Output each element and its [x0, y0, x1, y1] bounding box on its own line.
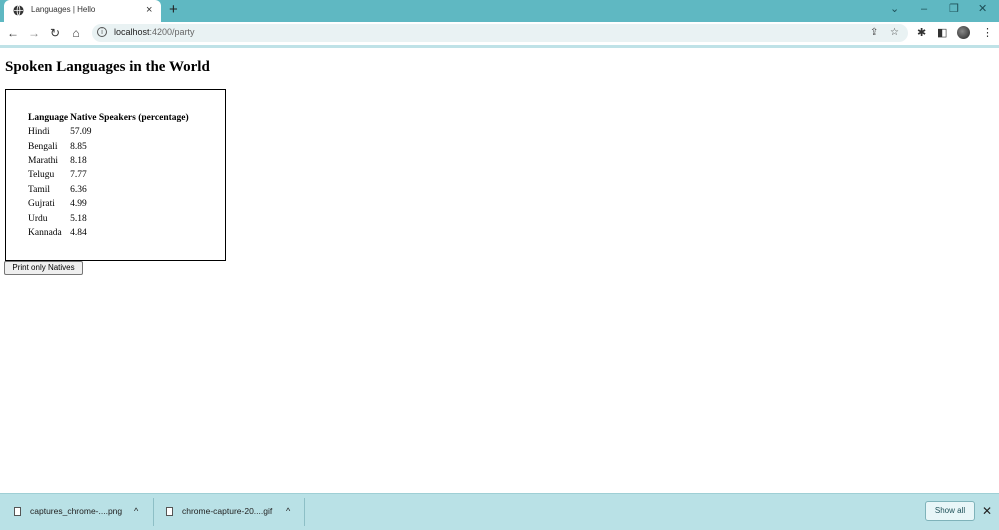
- url-host: localhost: [114, 27, 150, 37]
- language-cell: Hindi: [28, 127, 50, 138]
- side-panel-icon[interactable]: ◧: [937, 25, 947, 41]
- table-row: Gujrati 4.99: [28, 197, 189, 211]
- languages-table: Language Native Speakers (percentage) Hi…: [26, 111, 191, 240]
- header-native-speakers: Native Speakers (percentage): [70, 113, 189, 123]
- table-row: Telugu 7.77: [28, 168, 189, 182]
- kebab-menu-icon[interactable]: ⋮: [982, 25, 993, 41]
- page-title: Spoken Languages in the World: [5, 59, 210, 75]
- table-row: Kannada 4.84: [28, 226, 189, 240]
- language-cell: Urdu: [28, 213, 48, 224]
- language-cell: Tamil: [28, 184, 51, 195]
- percentage-cell: 57.09: [70, 127, 92, 138]
- table-header-row: Language Native Speakers (percentage): [28, 111, 189, 125]
- file-icon: [166, 507, 173, 516]
- table-row: Hindi 57.09: [28, 125, 189, 139]
- home-button[interactable]: ⌂: [69, 25, 83, 41]
- star-icon[interactable]: ☆: [890, 26, 899, 40]
- print-only-natives-button[interactable]: Print only Natives: [4, 261, 83, 275]
- info-icon[interactable]: i: [97, 27, 107, 37]
- table-row: Urdu 5.18: [28, 211, 189, 225]
- language-cell: Kannada: [28, 227, 62, 238]
- table-row: Bengali 8.85: [28, 139, 189, 153]
- language-cell: Marathi: [28, 155, 59, 166]
- percentage-cell: 5.18: [70, 213, 87, 224]
- percentage-cell: 8.18: [70, 155, 87, 166]
- languages-table-container: Language Native Speakers (percentage) Hi…: [5, 89, 226, 261]
- percentage-cell: 4.84: [70, 227, 87, 238]
- download-filename: chrome-capture-20....gif: [182, 506, 273, 516]
- forward-button[interactable]: →: [27, 25, 41, 41]
- reload-button[interactable]: ↻: [48, 25, 62, 41]
- window-close-button[interactable]: ✕: [978, 2, 987, 16]
- minimize-button[interactable]: –: [921, 2, 927, 16]
- tab-languages[interactable]: Languages | Hello ×: [4, 0, 161, 22]
- tab-close-icon[interactable]: ×: [146, 3, 152, 17]
- browser-toolbar: ← → ↻ ⌂ i localhost:4200/party ⇪ ☆ ✱ ◧ ⋮: [0, 22, 999, 48]
- show-all-button[interactable]: Show all: [925, 501, 975, 521]
- download-filename: captures_chrome-....png: [30, 506, 123, 516]
- divider: [153, 498, 154, 526]
- table-row: Marathi 8.18: [28, 154, 189, 168]
- language-cell: Telugu: [28, 170, 55, 181]
- language-cell: Bengali: [28, 141, 58, 152]
- file-icon: [14, 507, 21, 516]
- globe-icon: [13, 5, 24, 16]
- restore-button[interactable]: ❐: [949, 2, 959, 16]
- url-text[interactable]: localhost:4200/party: [114, 27, 195, 37]
- close-icon[interactable]: ✕: [982, 504, 992, 518]
- download-item[interactable]: chrome-capture-20....gif ^: [166, 494, 301, 530]
- puzzle-icon[interactable]: ✱: [917, 25, 926, 41]
- back-button[interactable]: ←: [6, 25, 20, 41]
- profile-avatar[interactable]: [957, 26, 970, 39]
- percentage-cell: 6.36: [70, 184, 87, 195]
- chevron-up-icon[interactable]: ^: [134, 504, 138, 518]
- header-language: Language: [28, 113, 69, 123]
- address-bar[interactable]: i localhost:4200/party ⇪ ☆: [92, 24, 908, 42]
- percentage-cell: 8.85: [70, 141, 87, 152]
- language-cell: Gujrati: [28, 199, 55, 210]
- table-row: Tamil 6.36: [28, 183, 189, 197]
- tab-strip: Languages | Hello × + ⌄ – ❐ ✕: [0, 0, 999, 22]
- tab-search-chevron-icon[interactable]: ⌄: [890, 2, 899, 16]
- url-path: :4200/party: [149, 27, 195, 37]
- divider: [304, 498, 305, 526]
- download-bar: captures_chrome-....png ^ chrome-capture…: [0, 493, 999, 530]
- share-icon[interactable]: ⇪: [870, 26, 878, 40]
- download-item[interactable]: captures_chrome-....png ^: [14, 494, 149, 530]
- new-tab-button[interactable]: +: [169, 1, 178, 19]
- tab-title: Languages | Hello: [31, 5, 96, 14]
- percentage-cell: 7.77: [70, 170, 87, 181]
- chevron-up-icon[interactable]: ^: [286, 504, 290, 518]
- percentage-cell: 4.99: [70, 199, 87, 210]
